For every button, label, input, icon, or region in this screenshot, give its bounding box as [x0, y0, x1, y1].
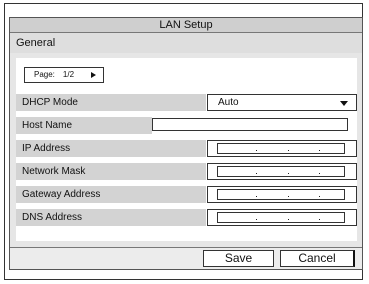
dhcp-mode-value: Auto — [218, 97, 239, 108]
network-mask-label: Network Mask — [16, 163, 206, 180]
button-bar: Save Cancel — [10, 247, 362, 269]
page-selector-button[interactable]: Page: 1/2 — [24, 67, 104, 83]
ip-address-octets — [217, 143, 345, 154]
dhcp-mode-dropdown[interactable]: Auto — [207, 94, 357, 111]
gateway-address-label: Gateway Address — [16, 186, 206, 203]
row-network-mask: Network Mask — [16, 163, 357, 180]
host-name-label: Host Name — [16, 117, 152, 134]
host-name-input[interactable] — [152, 118, 348, 131]
caret-down-icon — [340, 101, 348, 106]
triangle-right-icon — [91, 72, 96, 78]
cancel-button[interactable]: Cancel — [280, 250, 355, 267]
gateway-address-input[interactable] — [207, 186, 357, 203]
save-button[interactable]: Save — [203, 250, 274, 267]
ip-address-input[interactable] — [207, 140, 357, 157]
network-mask-octets — [217, 166, 345, 177]
row-host-name: Host Name — [16, 117, 357, 134]
dhcp-mode-label: DHCP Mode — [16, 94, 206, 111]
page-label: Page: — [34, 70, 55, 79]
dns-address-input[interactable] — [207, 209, 357, 226]
lan-setup-window: LAN Setup General Page: 1/2 DHCP Mode Aut… — [9, 17, 363, 270]
dns-address-octets — [217, 212, 345, 223]
dns-address-label: DNS Address — [16, 209, 206, 226]
row-gateway-address: Gateway Address — [16, 186, 357, 203]
row-dhcp-mode: DHCP Mode Auto — [16, 94, 357, 111]
ip-address-label: IP Address — [16, 140, 206, 157]
network-mask-input[interactable] — [207, 163, 357, 180]
row-ip-address: IP Address — [16, 140, 357, 157]
gateway-address-octets — [217, 189, 345, 200]
row-dns-address: DNS Address — [16, 209, 357, 226]
settings-panel: Page: 1/2 DHCP Mode Auto Host Name IP Add… — [16, 58, 357, 241]
page-number: 1/2 — [62, 70, 75, 79]
section-title: General — [10, 33, 362, 53]
window-title: LAN Setup — [10, 18, 362, 33]
